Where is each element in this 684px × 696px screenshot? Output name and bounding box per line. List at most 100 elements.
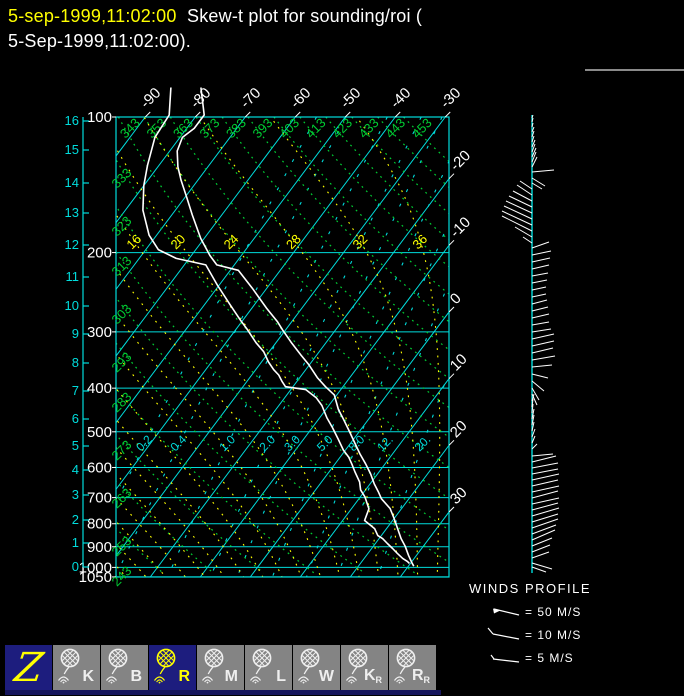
svg-text:413: 413 bbox=[303, 115, 329, 141]
svg-text:273: 273 bbox=[109, 437, 135, 463]
svg-text:313: 313 bbox=[109, 253, 135, 279]
svg-text:0: 0 bbox=[72, 559, 79, 574]
svg-text:433: 433 bbox=[356, 115, 382, 141]
toolbar-button-l[interactable]: L bbox=[245, 645, 292, 691]
svg-text:16: 16 bbox=[123, 231, 144, 252]
skewt-app-window: 5-sep-1999,11:02:00 Skew-t plot for soun… bbox=[0, 0, 684, 696]
svg-text:16: 16 bbox=[65, 113, 79, 128]
z-logo-icon: Z bbox=[11, 645, 46, 691]
svg-text:-60: -60 bbox=[287, 84, 314, 111]
svg-text:8: 8 bbox=[72, 355, 79, 370]
toolbar-button-label: B bbox=[130, 668, 142, 685]
moist-adiabat-lines bbox=[116, 117, 441, 577]
isotherm-labels-right: -20-100102030 bbox=[447, 147, 474, 513]
title-line2: 5-Sep-1999,11:02:00). bbox=[8, 31, 191, 51]
toolbar-button-label: M bbox=[224, 668, 238, 685]
svg-text:6: 6 bbox=[72, 411, 79, 426]
svg-text:11: 11 bbox=[66, 269, 80, 284]
svg-text:5: 5 bbox=[72, 438, 79, 453]
toolbar-button-label: KR bbox=[363, 667, 383, 685]
winds-profile-title: WINDS PROFILE bbox=[469, 581, 592, 596]
svg-text:28: 28 bbox=[283, 231, 304, 252]
moist-adiabat-labels: 16 20 24 28 32 36 bbox=[123, 231, 430, 252]
plot-border bbox=[115, 116, 450, 578]
svg-text:200: 200 bbox=[87, 245, 112, 262]
svg-text:-90: -90 bbox=[137, 84, 164, 111]
svg-text:300: 300 bbox=[87, 324, 112, 341]
svg-text:12.: 12. bbox=[374, 432, 396, 454]
full-barb-icon bbox=[487, 627, 520, 640]
svg-text:12: 12 bbox=[65, 237, 79, 252]
legend-label: = 50 M/S bbox=[525, 604, 582, 619]
half-barb-icon bbox=[490, 654, 520, 663]
isotherm-labels-top: -90 -80 -70 -60 -50 -40 -30 bbox=[137, 84, 464, 118]
toolbar-button-m[interactable]: M bbox=[197, 645, 244, 691]
svg-text:-50: -50 bbox=[337, 84, 364, 111]
toolbar-button-rr[interactable]: RR bbox=[389, 645, 436, 691]
svg-text:10: 10 bbox=[65, 298, 79, 313]
svg-text:13: 13 bbox=[65, 205, 79, 220]
legend-row-5ms: = 5 M/S bbox=[487, 646, 581, 669]
svg-text:600: 600 bbox=[87, 459, 112, 476]
svg-text:1050: 1050 bbox=[79, 569, 112, 586]
svg-text:100: 100 bbox=[87, 109, 112, 126]
toolbar-button-sublabel: R bbox=[423, 675, 431, 685]
svg-text:383: 383 bbox=[223, 115, 249, 141]
svg-text:393: 393 bbox=[250, 115, 276, 141]
svg-text:14: 14 bbox=[65, 175, 79, 190]
svg-text:24: 24 bbox=[221, 231, 242, 252]
svg-text:7: 7 bbox=[72, 383, 79, 398]
svg-text:-30: -30 bbox=[437, 84, 464, 111]
svg-text:3.0: 3.0 bbox=[281, 432, 303, 454]
svg-text:353: 353 bbox=[143, 115, 169, 141]
toolbar-button-label: K bbox=[82, 668, 94, 685]
toolbar-button-b[interactable]: B bbox=[101, 645, 148, 691]
svg-text:333: 333 bbox=[109, 165, 135, 191]
height-axis: 161514131211109876543210 bbox=[65, 113, 89, 574]
svg-text:4: 4 bbox=[72, 462, 79, 477]
title-timestamp: 5-sep-1999,11:02:00 bbox=[8, 6, 177, 26]
toolbar-button-r[interactable]: R bbox=[149, 645, 196, 691]
svg-text:1: 1 bbox=[72, 535, 79, 550]
wind-profile bbox=[501, 114, 560, 573]
dry-adiabat-labels: 243253263273283293303313323333343 353 363 3… bbox=[109, 115, 435, 589]
legend-label: = 5 M/S bbox=[525, 650, 574, 665]
svg-text:-20: -20 bbox=[447, 147, 474, 174]
svg-text:283: 283 bbox=[109, 389, 135, 415]
toolbar-button-kr[interactable]: KR bbox=[341, 645, 388, 691]
svg-text:9: 9 bbox=[72, 326, 79, 341]
svg-text:32: 32 bbox=[350, 231, 371, 252]
svg-text:343: 343 bbox=[117, 115, 143, 141]
svg-text:20.: 20. bbox=[412, 432, 434, 454]
toolbar-button-label: RR bbox=[411, 667, 431, 685]
toolbar-button-w[interactable]: W bbox=[293, 645, 340, 691]
svg-text:20: 20 bbox=[168, 231, 189, 252]
isotherm-lines bbox=[116, 117, 449, 577]
svg-text:2.0: 2.0 bbox=[256, 432, 278, 454]
svg-text:30: 30 bbox=[447, 484, 471, 508]
legend-row-10ms: = 10 M/S bbox=[487, 623, 581, 646]
isobar-lines bbox=[116, 117, 449, 577]
svg-text:423: 423 bbox=[329, 115, 355, 141]
title-text: Skew-t plot for sounding/roi ( bbox=[176, 6, 423, 26]
pennant-barb-icon bbox=[493, 608, 520, 616]
toolbar-button-sublabel: R bbox=[375, 675, 383, 685]
legend-label: = 10 M/S bbox=[525, 627, 582, 642]
svg-text:2: 2 bbox=[72, 512, 79, 527]
svg-text:453: 453 bbox=[409, 115, 435, 141]
svg-text:5.0: 5.0 bbox=[314, 432, 336, 454]
window-title: 5-sep-1999,11:02:00 Skew-t plot for soun… bbox=[8, 4, 668, 54]
svg-text:3: 3 bbox=[72, 487, 79, 502]
svg-text:800: 800 bbox=[87, 516, 112, 533]
svg-text:-10: -10 bbox=[447, 214, 474, 241]
svg-text:263: 263 bbox=[109, 485, 135, 511]
toolbar-button-k[interactable]: K bbox=[53, 645, 100, 691]
svg-text:0.4: 0.4 bbox=[167, 432, 189, 454]
toolbar-button-logo[interactable]: Z bbox=[5, 645, 52, 691]
svg-text:-40: -40 bbox=[387, 84, 414, 111]
svg-text:400: 400 bbox=[87, 380, 112, 397]
svg-text:1.0: 1.0 bbox=[216, 432, 238, 454]
svg-text:0.2: 0.2 bbox=[133, 432, 155, 454]
toolbar-button-label: W bbox=[318, 668, 334, 685]
mixing-ratio-lines bbox=[116, 117, 449, 577]
